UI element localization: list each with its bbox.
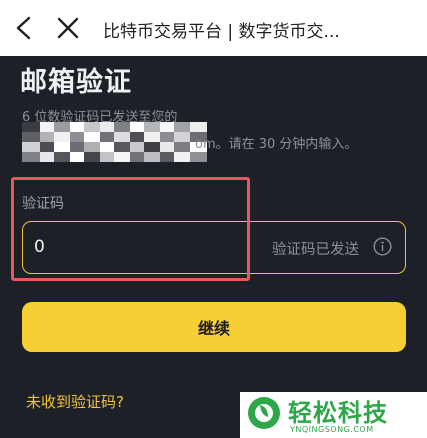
annotation-highlight-box [11, 177, 250, 281]
redacted-email-mosaic [22, 122, 207, 162]
email-verification-heading: 邮箱验证 [20, 67, 132, 98]
page-title: 比特币交易平台 | 数字货币交... [103, 22, 340, 42]
description-line-2: om。请在 30 分钟内输入。 [195, 137, 358, 152]
watermark-logo-icon [248, 397, 280, 429]
resend-code-link[interactable]: 未收到验证码? [26, 391, 124, 412]
back-arrow-icon[interactable] [10, 14, 38, 42]
close-icon[interactable] [54, 14, 82, 42]
watermark-subtext: YNQINGSONG.COM [290, 425, 374, 434]
browser-top-bar: 比特币交易平台 | 数字货币交... [0, 0, 427, 56]
watermark: 轻松科技 YNQINGSONG.COM [240, 392, 427, 438]
info-icon[interactable] [373, 237, 392, 256]
watermark-text: 轻松科技 [288, 399, 388, 427]
continue-button[interactable]: 继续 [22, 302, 406, 352]
code-sent-status: 验证码已发送 [272, 242, 359, 258]
